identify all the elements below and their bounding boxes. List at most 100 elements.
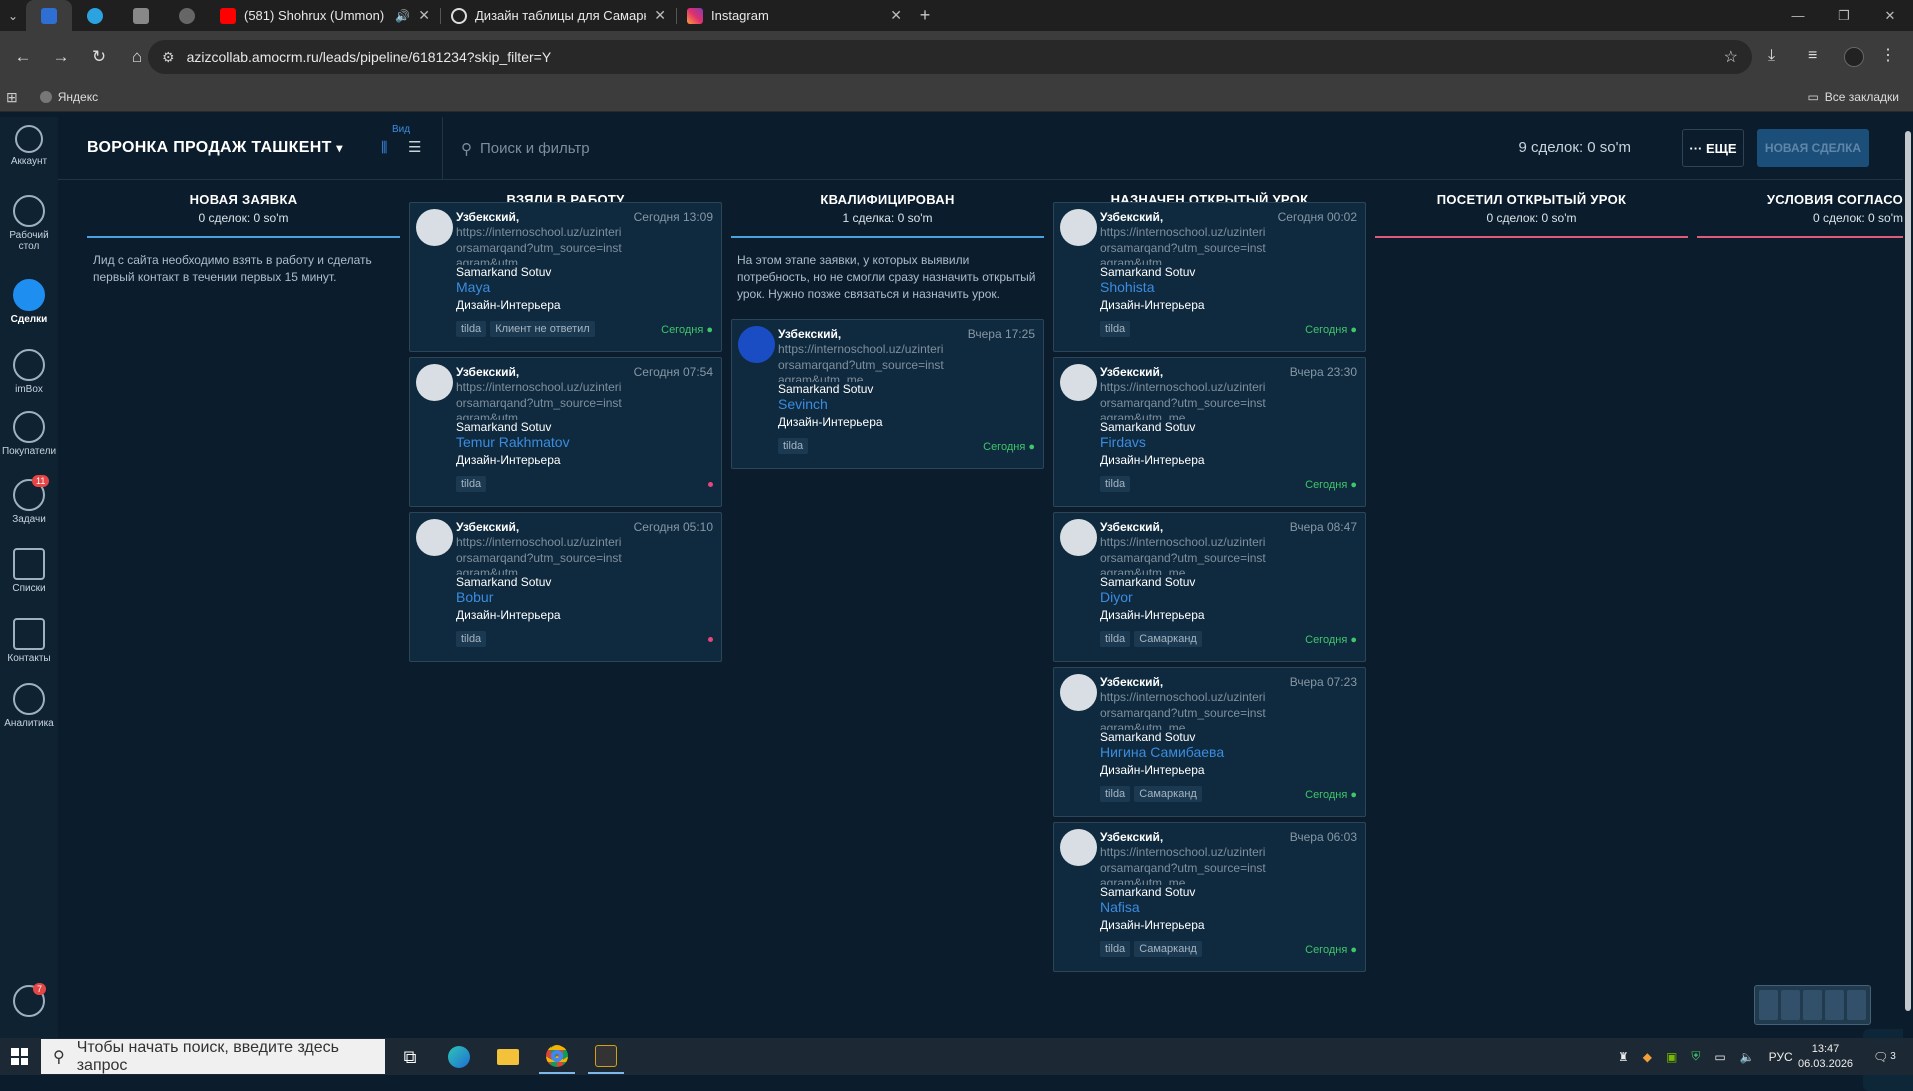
column-header[interactable]: ПОСЕТИЛ ОТКРЫТЫЙ УРОК 0 сделок: 0 so'm — [1375, 192, 1688, 238]
column-header[interactable]: УСЛОВИЯ СОГЛАСО 0 сделок: 0 so'm — [1697, 192, 1903, 238]
card-deal-name[interactable]: Diyor — [1100, 589, 1133, 605]
speaker-icon[interactable]: 🔊 — [395, 9, 410, 23]
card-deal-name[interactable]: Bobur — [456, 589, 493, 605]
windows-start-icon[interactable] — [11, 1048, 28, 1065]
kanban-view-icon[interactable]: ⫼ — [381, 139, 387, 156]
site-info-icon[interactable]: ⚙ — [162, 49, 175, 66]
deal-card[interactable]: Узбекский, Вчера 08:47 https://internoscho… — [1053, 512, 1366, 662]
sidebar-item-analytics[interactable]: Аналитика — [0, 683, 58, 729]
sidebar-notifications[interactable]: 7 — [0, 983, 58, 1020]
card-company[interactable]: Samarkand Sotuv — [1100, 885, 1195, 899]
tag[interactable]: tilda — [1100, 941, 1131, 957]
reload-icon[interactable]: ↻ — [84, 42, 114, 72]
tray-extension-icon[interactable]: ♜ — [1618, 1050, 1629, 1064]
tag[interactable]: Клиент не ответил — [490, 321, 595, 337]
card-source-link[interactable]: https://internoschool.uz/uzinteriorsamar… — [456, 535, 624, 575]
all-bookmarks[interactable]: ▭ Все закладки — [1807, 90, 1899, 104]
tab-instagram[interactable]: Instagram ✕ — [677, 0, 912, 31]
deal-card[interactable]: Узбекский, Вчера 17:25 https://internoscho… — [731, 319, 1044, 469]
sidebar-item-dashboard[interactable]: Рабочий стол — [0, 195, 58, 252]
tag[interactable]: tilda — [1100, 476, 1131, 492]
taskbar-search[interactable]: ⚲ Чтобы начать поиск, введите здесь запр… — [41, 1039, 385, 1074]
pinned-tab-extension[interactable] — [118, 0, 164, 31]
list-view-icon[interactable]: ☰ — [408, 138, 421, 156]
tag[interactable]: tilda — [1100, 786, 1131, 802]
sidebar-item-contacts[interactable]: Контакты — [0, 618, 58, 664]
close-tab-icon[interactable]: ✕ — [654, 7, 666, 24]
tray-volume-icon[interactable]: 🔈 — [1740, 1050, 1755, 1064]
back-icon[interactable]: ← — [8, 42, 38, 72]
address-bar[interactable]: ⚙ azizcollab.amocrm.ru/leads/pipeline/61… — [148, 40, 1752, 74]
chrome-icon[interactable] — [539, 1040, 575, 1074]
card-deal-name[interactable]: Nafisa — [1100, 899, 1140, 915]
more-button[interactable]: ··· ЕЩЕ — [1682, 129, 1744, 167]
card-company[interactable]: Samarkand Sotuv — [1100, 265, 1195, 279]
tag[interactable]: tilda — [456, 476, 487, 492]
card-deal-name[interactable]: Нигина Самибаева — [1100, 744, 1224, 760]
card-source-link[interactable]: https://internoschool.uz/uzinteriorsamar… — [456, 380, 624, 420]
keyboard-language[interactable]: РУС — [1769, 1050, 1793, 1064]
menu-icon[interactable]: ⋮ — [1880, 45, 1896, 65]
card-company[interactable]: Samarkand Sotuv — [1100, 420, 1195, 434]
tray-network-icon[interactable]: ▭ — [1714, 1050, 1725, 1064]
app-beta-icon[interactable] — [588, 1040, 624, 1074]
card-source-link[interactable]: https://internoschool.uz/uzinteriorsamar… — [1100, 690, 1268, 730]
minimize-icon[interactable]: — — [1775, 0, 1821, 31]
apps-icon[interactable]: ⊞ — [6, 89, 18, 106]
close-window-icon[interactable]: ✕ — [1867, 0, 1913, 31]
file-explorer-icon[interactable] — [490, 1040, 526, 1074]
action-center[interactable]: 🗨 3 — [1873, 1038, 1896, 1075]
tag[interactable]: tilda — [778, 438, 809, 454]
tag[interactable]: tilda — [1100, 631, 1131, 647]
tag[interactable]: tilda — [456, 321, 487, 337]
deal-card[interactable]: Узбекский, Вчера 07:23 https://internoscho… — [1053, 667, 1366, 817]
deal-card[interactable]: Узбекский, Вчера 06:03 https://internoscho… — [1053, 822, 1366, 972]
forward-icon[interactable]: → — [46, 42, 76, 72]
sidebar-item-lists[interactable]: Списки — [0, 548, 58, 594]
tab-search-icon[interactable]: ⌄ — [0, 0, 26, 31]
bookmark-star-icon[interactable]: ☆ — [1724, 47, 1738, 67]
card-source-link[interactable]: https://internoschool.uz/uzinteriorsamar… — [456, 225, 624, 265]
sidebar-item-customers[interactable]: Покупатели — [0, 411, 58, 457]
sidebar-item-deals[interactable]: Сделки — [0, 279, 58, 325]
new-tab-icon[interactable]: + — [912, 0, 938, 31]
card-company[interactable]: Samarkand Sotuv — [1100, 730, 1195, 744]
deal-card[interactable]: Узбекский, Сегодня 00:02 https://internosc… — [1053, 202, 1366, 352]
page-scrollbar[interactable] — [1903, 117, 1913, 1038]
card-source-link[interactable]: https://internoschool.uz/uzinteriorsamar… — [1100, 845, 1268, 885]
new-deal-button[interactable]: НОВАЯ СДЕЛКА — [1757, 129, 1869, 167]
pipeline-title[interactable]: ВОРОНКА ПРОДАЖ ТАШКЕНТ ▾ — [87, 139, 343, 157]
card-source-link[interactable]: https://internoschool.uz/uzinteriorsamar… — [1100, 535, 1268, 575]
column-header[interactable]: КВАЛИФИЦИРОВАН 1 сделка: 0 so'm — [731, 192, 1044, 238]
tag[interactable]: Самарканд — [1134, 786, 1202, 802]
widget-panel[interactable] — [1754, 985, 1871, 1025]
sidebar-item-account[interactable]: Аккаунт — [0, 125, 58, 167]
column-header[interactable]: НОВАЯ ЗАЯВКА 0 сделок: 0 so'm — [87, 192, 400, 238]
close-tab-icon[interactable]: ✕ — [418, 7, 430, 24]
deal-card[interactable]: Узбекский, Сегодня 07:54 https://internosc… — [409, 357, 722, 507]
card-deal-name[interactable]: Sevinch — [778, 396, 828, 412]
card-company[interactable]: Samarkand Sotuv — [456, 265, 551, 279]
card-deal-name[interactable]: Shohista — [1100, 279, 1154, 295]
tag[interactable]: tilda — [1100, 321, 1131, 337]
tray-security-icon[interactable]: ⛨ — [1691, 1049, 1700, 1064]
pinned-tab-amocrm[interactable] — [26, 0, 72, 31]
profile-avatar[interactable] — [1844, 47, 1864, 67]
restore-icon[interactable]: ❐ — [1821, 0, 1867, 31]
pinned-tab-globe[interactable] — [164, 0, 210, 31]
card-company[interactable]: Samarkand Sotuv — [778, 382, 873, 396]
card-deal-name[interactable]: Maya — [456, 279, 490, 295]
tag[interactable]: tilda — [456, 631, 487, 647]
card-deal-name[interactable]: Temur Rakhmatov — [456, 434, 570, 450]
scrollbar-thumb[interactable] — [1905, 131, 1911, 1011]
task-view-icon[interactable]: ⧉ — [392, 1040, 428, 1074]
sidebar-item-tasks[interactable]: 11 Задачи — [0, 475, 58, 525]
card-company[interactable]: Samarkand Sotuv — [1100, 575, 1195, 589]
deal-card[interactable]: Узбекский, Вчера 23:30 https://internoscho… — [1053, 357, 1366, 507]
tab-chatgpt[interactable]: Дизайн таблицы для Самарка ✕ — [441, 0, 676, 31]
deal-card[interactable]: Узбекский, Сегодня 05:10 https://internosc… — [409, 512, 722, 662]
edge-icon[interactable] — [441, 1040, 477, 1074]
download-icon[interactable]: ⤓ — [1768, 47, 1775, 65]
tag[interactable]: Самарканд — [1134, 941, 1202, 957]
card-company[interactable]: Samarkand Sotuv — [456, 420, 551, 434]
